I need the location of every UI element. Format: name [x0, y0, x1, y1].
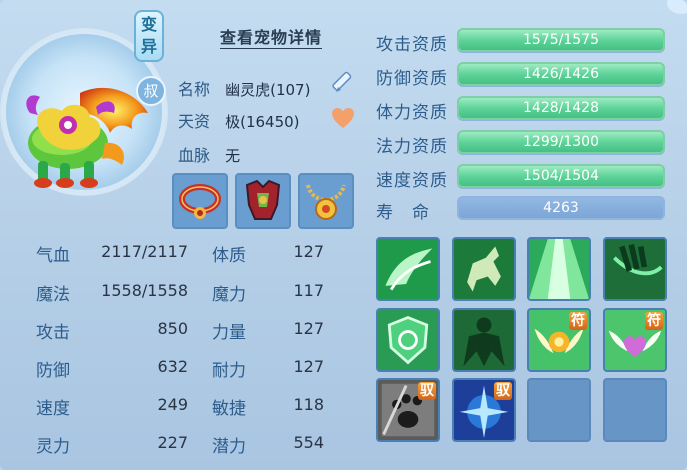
lifespan-bar: 4263 — [457, 196, 665, 220]
attr-label: 灵力 — [36, 437, 70, 457]
ghost-tiger-icon — [26, 87, 148, 188]
pet-talent-row: 天资 极(16450) — [178, 108, 300, 132]
mutation-badge: 变异 — [134, 10, 164, 62]
attr-value-2: 127 — [293, 357, 324, 376]
heart-icon[interactable] — [331, 107, 355, 129]
giant-figure-icon — [454, 310, 514, 370]
attr-value-2: 554 — [293, 433, 324, 452]
claw-slash-icon — [605, 239, 665, 299]
attr-label: 气血 — [36, 246, 70, 266]
pet-name-value: 幽灵虎(107) — [225, 81, 311, 99]
attr-label: 魔法 — [36, 285, 70, 305]
attr-value-2: 127 — [293, 242, 324, 261]
red-armor-icon — [245, 179, 281, 220]
skill-slot[interactable] — [452, 308, 516, 372]
attr-value: 632 — [157, 357, 188, 376]
view-pet-details-link[interactable]: 查看宠物详情 — [220, 24, 322, 48]
aptitude-bar: 1504/1504 — [457, 164, 665, 188]
aptitude-bar: 1575/1575 — [457, 28, 665, 52]
pencil-edit-icon[interactable] — [332, 70, 358, 96]
wing-swoosh-icon — [378, 239, 438, 299]
aptitude-label: 体力资质 — [376, 103, 448, 123]
bloodline-label: 血脉 — [178, 146, 211, 165]
aptitude-label: 防御资质 — [376, 69, 448, 89]
gold-necklace-icon — [306, 184, 346, 220]
attr-label: 速度 — [36, 399, 70, 419]
light-beam-icon — [529, 239, 589, 299]
skill-slot[interactable] — [527, 237, 591, 301]
aptitude-bar: 1428/1428 — [457, 96, 665, 120]
skill-slot[interactable] — [452, 237, 516, 301]
corner-decoration — [667, 0, 687, 14]
lifespan-value: 4263 — [543, 200, 579, 216]
attr-label-2: 体质 — [212, 246, 246, 266]
attr-label-2: 魔力 — [212, 285, 246, 305]
skill-slot[interactable] — [603, 237, 667, 301]
pet-bloodline-row: 血脉 无 — [178, 142, 240, 166]
aptitude-bar: 1299/1300 — [457, 130, 665, 154]
pet-bloodline-value: 无 — [225, 147, 241, 165]
skill-tag: 符 — [569, 312, 587, 330]
aptitude-label: 速度资质 — [376, 171, 448, 191]
talent-label: 天资 — [178, 112, 211, 131]
aptitude-bar: 1426/1426 — [457, 62, 665, 86]
aptitude-label: 攻击资质 — [376, 35, 448, 55]
skill-slot[interactable]: 驭 — [452, 378, 516, 442]
skill-slot-empty[interactable] — [527, 378, 591, 442]
equip-slot-collar[interactable] — [172, 173, 228, 229]
name-label: 名称 — [178, 80, 211, 99]
skill-slot[interactable]: 符 — [603, 308, 667, 372]
attr-label-2: 耐力 — [212, 361, 246, 381]
attr-label-2: 敏捷 — [212, 399, 246, 419]
shield-spiral-icon — [378, 310, 438, 370]
skill-slot[interactable]: 驭 — [376, 378, 440, 442]
attr-value: 1558/1558 — [101, 281, 188, 300]
lifespan-label: 寿 命 — [376, 203, 430, 223]
skill-tag: 驭 — [418, 382, 436, 400]
attr-value-2: 127 — [293, 319, 324, 338]
attr-value: 850 — [157, 319, 188, 338]
attr-value: 2117/2117 — [101, 242, 188, 261]
equip-slot-necklace[interactable] — [298, 173, 354, 229]
attr-value: 227 — [157, 433, 188, 452]
horse-rider-icon — [454, 239, 514, 299]
equip-slot-armor[interactable] — [235, 173, 291, 229]
tier-badge: 叔 — [136, 76, 166, 106]
red-collar-icon — [179, 184, 221, 219]
pet-detail-panel: 变异 叔 查看宠物详情 名称 幽灵虎(107) 天资 极(16450) 血脉 无 — [0, 0, 687, 470]
attr-label-2: 潜力 — [212, 437, 246, 457]
skill-slot[interactable] — [376, 308, 440, 372]
pet-name-row: 名称 幽灵虎(107) — [178, 76, 310, 100]
skill-slot-empty[interactable] — [603, 378, 667, 442]
skill-slot[interactable]: 符 — [527, 308, 591, 372]
skill-tag: 驭 — [494, 382, 512, 400]
skill-tag: 符 — [645, 312, 663, 330]
attr-label-2: 力量 — [212, 323, 246, 343]
skill-slot[interactable] — [376, 237, 440, 301]
attr-value-2: 118 — [293, 395, 324, 414]
pet-talent-value: 极(16450) — [225, 113, 300, 131]
attr-label: 防御 — [36, 361, 70, 381]
attr-value: 249 — [157, 395, 188, 414]
attr-label: 攻击 — [36, 323, 70, 343]
attr-value-2: 117 — [293, 281, 324, 300]
aptitude-label: 法力资质 — [376, 137, 448, 157]
